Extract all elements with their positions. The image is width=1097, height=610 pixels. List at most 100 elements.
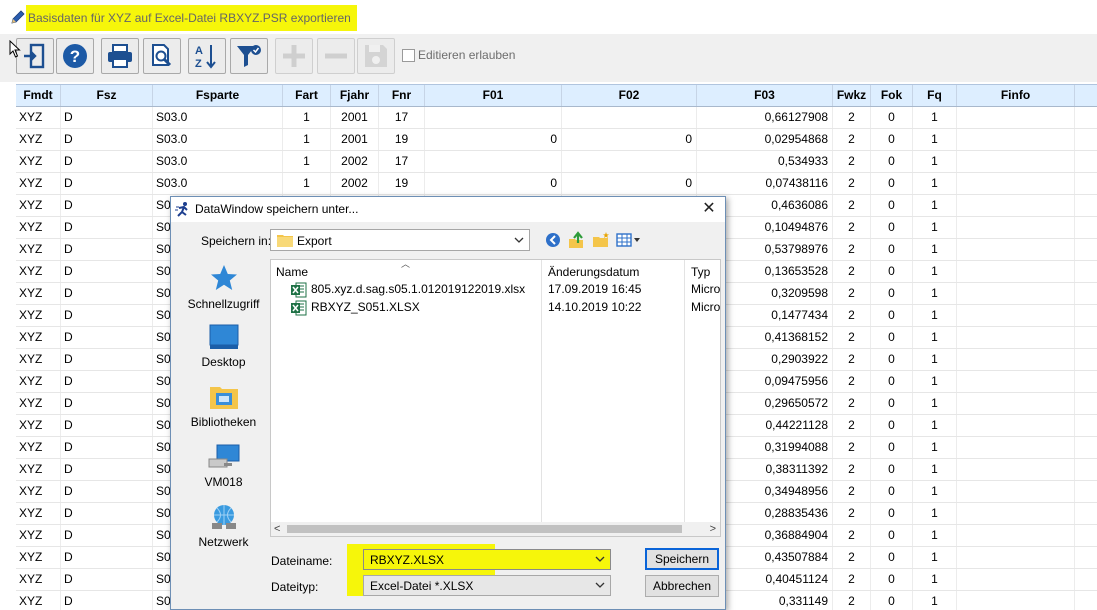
grid-cell-fmdt[interactable]: XYZ	[16, 129, 61, 150]
scroll-left-icon[interactable]: <	[274, 522, 280, 536]
file-list[interactable]: ︿ Name Änderungsdatum Typ 805.xyz.d.sag.…	[270, 259, 721, 537]
grid-cell-f02[interactable]: 0	[562, 129, 697, 150]
grid-cell-fok[interactable]: 0	[871, 415, 913, 436]
view-menu-button[interactable]	[615, 231, 643, 249]
grid-cell-fok[interactable]: 0	[871, 151, 913, 172]
grid-cell-fsparte[interactable]: S03.0	[153, 173, 283, 194]
grid-cell-fmdt[interactable]: XYZ	[16, 239, 61, 260]
filetype-select[interactable]: Excel-Datei *.XLSX	[363, 575, 611, 596]
grid-cell-fsz[interactable]: D	[61, 371, 153, 392]
grid-cell-fok[interactable]: 0	[871, 349, 913, 370]
grid-cell-fwkz[interactable]: 2	[833, 151, 871, 172]
grid-cell-fmdt[interactable]: XYZ	[16, 459, 61, 480]
grid-cell-fmdt[interactable]: XYZ	[16, 503, 61, 524]
filename-input[interactable]: RBXYZ.XLSX	[363, 549, 611, 570]
grid-cell-f01[interactable]: 0	[425, 129, 562, 150]
grid-header-fjahr[interactable]: Fjahr	[331, 85, 379, 106]
file-row[interactable]: RBXYZ_S051.XLSX 14.10.2019 10:22 Micro	[291, 298, 721, 316]
grid-cell-fq[interactable]: 1	[913, 591, 957, 610]
save-in-dropdown[interactable]: Export	[270, 229, 530, 251]
grid-cell-finfo[interactable]	[957, 437, 1075, 458]
grid-cell-f01[interactable]	[425, 107, 562, 128]
grid-cell-fok[interactable]: 0	[871, 569, 913, 590]
grid-cell-fsz[interactable]: D	[61, 151, 153, 172]
grid-cell-fmdt[interactable]: XYZ	[16, 195, 61, 216]
grid-cell-fok[interactable]: 0	[871, 239, 913, 260]
grid-cell-f01[interactable]: 0	[425, 173, 562, 194]
grid-cell-f02[interactable]	[562, 107, 697, 128]
grid-cell-finfo[interactable]	[957, 261, 1075, 282]
grid-cell-fjahr[interactable]: 2002	[331, 173, 379, 194]
grid-cell-fart[interactable]: 1	[283, 107, 331, 128]
grid-header-f02[interactable]: F02	[562, 85, 697, 106]
grid-cell-fq[interactable]: 1	[913, 525, 957, 546]
grid-cell-fsz[interactable]: D	[61, 415, 153, 436]
grid-cell-finfo[interactable]	[957, 415, 1075, 436]
grid-cell-fsz[interactable]: D	[61, 547, 153, 568]
column-header-date[interactable]: Änderungsdatum	[548, 265, 639, 279]
grid-cell-fsz[interactable]: D	[61, 393, 153, 414]
grid-cell-fq[interactable]: 1	[913, 195, 957, 216]
place-desktop[interactable]: Desktop	[177, 323, 270, 379]
grid-cell-fnr[interactable]: 19	[379, 173, 425, 194]
grid-header-fsz[interactable]: Fsz	[61, 85, 153, 106]
grid-header-f03[interactable]: F03	[697, 85, 833, 106]
scroll-right-icon[interactable]: >	[710, 522, 716, 536]
grid-cell-finfo[interactable]	[957, 569, 1075, 590]
back-nav-button[interactable]	[543, 231, 563, 249]
table-row[interactable]: XYZ D S03.0 1 2002 19 0 0 0,07438116 2 0 1	[16, 173, 1097, 195]
grid-cell-fwkz[interactable]: 2	[833, 239, 871, 260]
column-header-name[interactable]: Name	[276, 265, 308, 279]
grid-cell-fq[interactable]: 1	[913, 239, 957, 260]
grid-cell-fsparte[interactable]: S03.0	[153, 151, 283, 172]
grid-cell-fmdt[interactable]: XYZ	[16, 481, 61, 502]
grid-cell-fq[interactable]: 1	[913, 261, 957, 282]
grid-cell-fsparte[interactable]: S03.0	[153, 129, 283, 150]
grid-cell-fq[interactable]: 1	[913, 481, 957, 502]
grid-cell-fsz[interactable]: D	[61, 327, 153, 348]
grid-cell-fwkz[interactable]: 2	[833, 547, 871, 568]
grid-header-fq[interactable]: Fq	[913, 85, 957, 106]
edit-allowed-checkbox[interactable]: Editieren erlauben	[402, 47, 515, 63]
grid-cell-fmdt[interactable]: XYZ	[16, 327, 61, 348]
grid-cell-fjahr[interactable]: 2002	[331, 151, 379, 172]
grid-cell-finfo[interactable]	[957, 217, 1075, 238]
help-button[interactable]: ?	[56, 38, 94, 74]
grid-cell-fq[interactable]: 1	[913, 569, 957, 590]
grid-cell-fq[interactable]: 1	[913, 107, 957, 128]
grid-cell-f03[interactable]: 0,66127908	[697, 107, 833, 128]
grid-cell-fnr[interactable]: 17	[379, 151, 425, 172]
print-preview-button[interactable]	[143, 38, 181, 74]
grid-cell-fq[interactable]: 1	[913, 305, 957, 326]
grid-cell-fnr[interactable]: 19	[379, 129, 425, 150]
grid-cell-finfo[interactable]	[957, 283, 1075, 304]
grid-cell-finfo[interactable]	[957, 393, 1075, 414]
dialog-cancel-button[interactable]: Abbrechen	[645, 575, 719, 597]
exit-button[interactable]	[16, 38, 54, 74]
grid-cell-fok[interactable]: 0	[871, 305, 913, 326]
grid-cell-fmdt[interactable]: XYZ	[16, 371, 61, 392]
grid-cell-fok[interactable]: 0	[871, 217, 913, 238]
grid-cell-fwkz[interactable]: 2	[833, 503, 871, 524]
grid-cell-fart[interactable]: 1	[283, 173, 331, 194]
chevron-down-icon[interactable]	[595, 580, 605, 590]
grid-cell-fmdt[interactable]: XYZ	[16, 437, 61, 458]
place-network[interactable]: Netzwerk	[177, 503, 270, 559]
grid-cell-fsz[interactable]: D	[61, 107, 153, 128]
grid-header-fok[interactable]: Fok	[871, 85, 913, 106]
grid-cell-fsz[interactable]: D	[61, 481, 153, 502]
grid-cell-fok[interactable]: 0	[871, 129, 913, 150]
grid-cell-fwkz[interactable]: 2	[833, 261, 871, 282]
grid-cell-fok[interactable]: 0	[871, 393, 913, 414]
grid-cell-fok[interactable]: 0	[871, 107, 913, 128]
grid-cell-f03[interactable]: 0,02954868	[697, 129, 833, 150]
grid-cell-fwkz[interactable]: 2	[833, 459, 871, 480]
grid-cell-fq[interactable]: 1	[913, 327, 957, 348]
grid-cell-fwkz[interactable]: 2	[833, 173, 871, 194]
grid-cell-finfo[interactable]	[957, 503, 1075, 524]
grid-cell-fwkz[interactable]: 2	[833, 283, 871, 304]
grid-cell-finfo[interactable]	[957, 195, 1075, 216]
grid-cell-fmdt[interactable]: XYZ	[16, 261, 61, 282]
grid-cell-fq[interactable]: 1	[913, 459, 957, 480]
grid-header-fsparte[interactable]: Fsparte	[153, 85, 283, 106]
